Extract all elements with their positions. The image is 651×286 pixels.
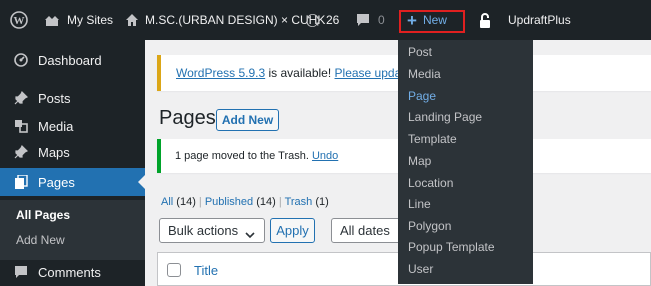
site-name-label: M.SC.(URBAN DESIGN) × CUHK	[145, 13, 326, 27]
comment-icon	[356, 13, 370, 27]
new-button-highlight	[399, 10, 465, 33]
submenu-all-pages[interactable]: All Pages	[16, 208, 70, 222]
filter-all-count: (14)	[173, 196, 196, 208]
update-notice-text: is available!	[265, 66, 335, 80]
filter-separator: |	[195, 196, 205, 208]
sidebar-item-label: Pages	[38, 174, 75, 190]
filter-all[interactable]: All	[161, 196, 173, 208]
filter-trash-count: (1)	[312, 196, 329, 208]
new-post-item[interactable]: Post	[408, 45, 432, 59]
new-polygon-item[interactable]: Polygon	[408, 219, 451, 233]
updates-menu[interactable]: 26	[305, 0, 339, 40]
select-all-checkbox[interactable]	[167, 263, 181, 277]
page-title: Pages	[159, 107, 216, 129]
media-icon	[14, 119, 28, 133]
comment-icon	[14, 265, 28, 279]
trash-notice-text: 1 page moved to the Trash.	[175, 150, 312, 162]
wordpress-logo-icon[interactable]: W	[10, 0, 28, 40]
svg-text:W: W	[14, 15, 25, 27]
new-map-item[interactable]: Map	[408, 154, 431, 168]
version-link[interactable]: WordPress 5.9.3	[176, 66, 265, 80]
my-sites-icon	[44, 13, 60, 27]
updraftplus-menu[interactable]: UpdraftPlus	[508, 0, 571, 40]
apply-button[interactable]: Apply	[270, 218, 315, 243]
sidebar-item-media[interactable]: Media	[0, 114, 145, 138]
dashboard-icon	[14, 53, 28, 67]
sidebar-item-label: Posts	[38, 90, 71, 106]
new-media-item[interactable]: Media	[408, 67, 441, 81]
new-page-item[interactable]: Page	[408, 89, 436, 103]
lock-icon[interactable]	[479, 0, 491, 40]
sidebar-item-label: Maps	[38, 144, 70, 160]
add-new-button[interactable]: Add New	[216, 109, 279, 131]
pin-icon	[14, 144, 29, 159]
sidebar-item-dashboard[interactable]: Dashboard	[0, 48, 145, 72]
chevron-down-icon	[245, 227, 255, 242]
admin-bar: W My Sites M.SC.(URBAN DESIGN) × CUHK 26…	[0, 0, 651, 40]
pages-submenu: All Pages Add New	[0, 200, 145, 260]
new-user-item[interactable]: User	[408, 262, 433, 276]
bulk-actions-select[interactable]: Bulk actions	[159, 218, 265, 243]
undo-link[interactable]: Undo	[312, 150, 338, 162]
filter-published[interactable]: Published	[205, 196, 253, 208]
my-sites-menu[interactable]: My Sites	[44, 0, 113, 40]
sidebar-item-label: Comments	[38, 264, 101, 280]
pin-icon	[14, 90, 29, 105]
sidebar-item-posts[interactable]: Posts	[0, 86, 145, 110]
column-title[interactable]: Title	[194, 263, 218, 278]
comments-count: 0	[378, 13, 385, 27]
site-name-menu[interactable]: M.SC.(URBAN DESIGN) × CUHK	[125, 0, 325, 40]
new-location-item[interactable]: Location	[408, 176, 453, 190]
new-landing-page-item[interactable]: Landing Page	[408, 110, 482, 124]
filter-published-count: (14)	[253, 196, 276, 208]
status-filters: All (14) | Published (14) | Trash (1)	[161, 196, 329, 208]
sidebar-item-maps[interactable]: Maps	[0, 140, 145, 164]
submenu-add-new[interactable]: Add New	[16, 233, 65, 247]
update-now-link[interactable]: Please upda	[335, 66, 402, 80]
bulk-actions-value: Bulk actions	[168, 223, 239, 238]
new-popup-template-item[interactable]: Popup Template	[408, 240, 495, 254]
filter-trash[interactable]: Trash	[285, 196, 313, 208]
my-sites-label: My Sites	[67, 13, 114, 27]
updates-count: 26	[326, 13, 340, 27]
updraftplus-label: UpdraftPlus	[508, 13, 571, 27]
sidebar-item-label: Media	[38, 118, 74, 134]
new-template-item[interactable]: Template	[408, 132, 457, 146]
updates-icon	[305, 13, 320, 28]
filter-separator: |	[275, 196, 285, 208]
comments-menu[interactable]: 0	[356, 0, 385, 40]
sidebar-item-comments[interactable]: Comments	[0, 260, 145, 284]
sidebar-item-pages[interactable]: Pages	[0, 168, 146, 196]
sidebar-item-label: Dashboard	[38, 52, 102, 68]
new-line-item[interactable]: Line	[408, 197, 431, 211]
home-icon	[125, 13, 139, 27]
pages-icon	[14, 174, 28, 189]
admin-sidebar: Dashboard Posts Media Maps Pages All Pag…	[0, 40, 146, 286]
new-content-dropdown: Post Media Page Landing Page Template Ma…	[398, 40, 533, 284]
